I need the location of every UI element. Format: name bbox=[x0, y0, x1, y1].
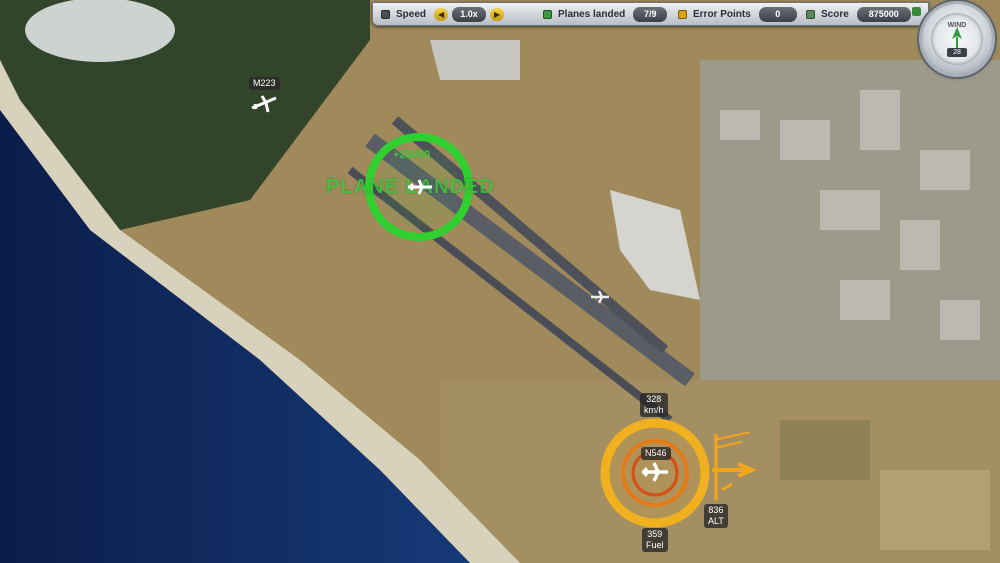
heading-vector-arrow bbox=[712, 432, 758, 500]
plane-icon bbox=[543, 9, 552, 19]
speed-control: Speed ◀ 1.0x ▶ bbox=[381, 6, 505, 22]
planes-landed-label: Planes landed bbox=[558, 8, 626, 20]
score-label: Score bbox=[821, 8, 849, 20]
speed-value: 328 bbox=[646, 394, 662, 404]
speed-icon bbox=[381, 9, 390, 19]
plane-m223-airplane-icon[interactable] bbox=[250, 92, 278, 114]
landing-points: +25000 bbox=[393, 149, 431, 161]
altitude-unit: ALT bbox=[708, 516, 724, 526]
error-points-label: Error Points bbox=[693, 8, 751, 20]
planes-landed-counter: Planes landed 7/9 bbox=[543, 6, 668, 22]
warning-icon bbox=[678, 9, 687, 19]
altitude-value: 836 bbox=[708, 505, 724, 515]
speed-label: Speed bbox=[396, 8, 427, 20]
plane-n546-callsign[interactable]: N546 bbox=[641, 447, 671, 460]
fuel-label: Fuel bbox=[646, 540, 664, 550]
wind-value: 28 bbox=[947, 48, 967, 57]
speed-unit: km/h bbox=[644, 405, 664, 415]
score-counter: Score 875000 bbox=[806, 6, 911, 22]
error-points-value: 0 bbox=[758, 6, 797, 22]
plane-m223-callsign[interactable]: M223 bbox=[249, 77, 280, 90]
plane-n546-airplane-icon[interactable] bbox=[640, 460, 670, 484]
fuel-value: 359 bbox=[647, 529, 663, 539]
score-value: 875000 bbox=[856, 6, 911, 22]
plane-n546-speed-readout: 328 km/h bbox=[640, 393, 668, 417]
landed-airplane-icon bbox=[408, 179, 432, 195]
top-status-bar: Speed ◀ 1.0x ▶ Planes landed 7/9 Error P… bbox=[372, 2, 929, 26]
plane-n546-fuel-readout: 359 Fuel bbox=[642, 528, 668, 552]
wind-gauge-dial: WIND 28 bbox=[931, 13, 983, 65]
wind-direction-icon bbox=[952, 27, 962, 48]
error-points-counter: Error Points 0 bbox=[678, 6, 797, 22]
speed-decrease-button[interactable]: ◀ bbox=[434, 7, 449, 21]
airport-satellite-map[interactable] bbox=[0, 0, 1000, 563]
speed-increase-button[interactable]: ▶ bbox=[490, 7, 505, 21]
planes-landed-value: 7/9 bbox=[633, 6, 668, 22]
taxiing-airplane-icon[interactable] bbox=[590, 290, 610, 304]
speed-value: 1.0x bbox=[452, 6, 487, 22]
wind-gauge: WIND 28 bbox=[922, 4, 992, 74]
plane-n546-altitude-readout: 836 ALT bbox=[704, 504, 728, 528]
menu-icon[interactable] bbox=[912, 7, 921, 16]
score-icon bbox=[806, 9, 815, 19]
